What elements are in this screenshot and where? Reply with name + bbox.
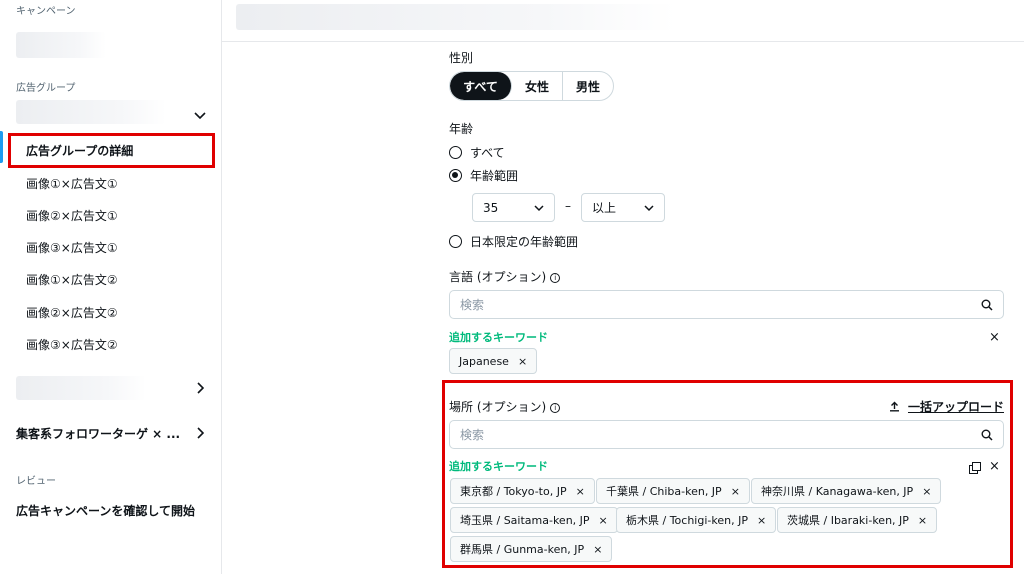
gender-option-all[interactable]: すべて	[450, 72, 512, 100]
sidebar: キャンペーン 広告グループ 広告グループの詳細 画像①×広告文① 画像②×広告文…	[0, 0, 222, 574]
age-radio-japan-label: 日本限定の年齢範囲	[470, 235, 579, 249]
adgroup-section-label: 広告グループ	[16, 83, 76, 94]
location-search-input[interactable]: 検索	[449, 420, 1004, 449]
age-radio-all[interactable]: すべて	[449, 144, 505, 161]
chip-label: 埼玉県 / Saitama-ken, JP	[460, 514, 590, 527]
chip-label: 千葉県 / Chiba-ken, JP	[606, 485, 722, 498]
top-bar-redacted	[236, 4, 676, 30]
close-icon[interactable]: ×	[576, 485, 585, 498]
chip-label: 神奈川県 / Kanagawa-ken, JP	[761, 485, 914, 498]
age-radio-range[interactable]: 年齢範囲	[449, 167, 518, 184]
chevron-right-icon[interactable]	[196, 382, 204, 394]
bulk-upload-button[interactable]: 一括アップロード	[889, 398, 1004, 415]
location-chip-tokyo: 東京都 / Tokyo-to, JP ×	[450, 478, 595, 504]
language-keyword-label: 追加するキーワード	[449, 331, 548, 344]
campaign-name-redacted[interactable]	[16, 32, 106, 58]
top-bar	[222, 0, 1024, 42]
language-chip: Japanese ×	[449, 348, 538, 374]
location-search-placeholder: 検索	[460, 428, 485, 442]
age-range-dash: –	[565, 199, 571, 213]
radio-button-selected[interactable]	[449, 169, 462, 182]
location-label-text: 場所 (オプション)	[449, 400, 547, 414]
chip-label: 茨城県 / Ibaraki-ken, JP	[787, 514, 909, 527]
age-min-value: 35	[483, 200, 499, 215]
chip-label: 東京都 / Tokyo-to, JP	[460, 485, 567, 498]
close-icon[interactable]: ×	[918, 514, 927, 527]
close-icon[interactable]: ×	[518, 355, 527, 368]
radio-button[interactable]	[449, 146, 462, 159]
sidebar-item-ad-1[interactable]: 画像①×広告文①	[26, 175, 118, 192]
sidebar-item-ad-2[interactable]: 画像②×広告文①	[26, 207, 118, 224]
location-label: 場所 (オプション) i	[449, 398, 561, 415]
close-icon[interactable]: ×	[989, 459, 1000, 474]
bulk-upload-label: 一括アップロード	[907, 400, 1004, 414]
sidebar-item-review[interactable]: 広告キャンペーンを確認して開始	[16, 502, 195, 519]
close-icon[interactable]: ×	[757, 514, 766, 527]
age-radio-range-label: 年齢範囲	[470, 169, 519, 183]
sidebar-item-other-group[interactable]: 集客系フォロワーターゲ × ...	[16, 425, 180, 442]
gender-option-male[interactable]: 男性	[563, 72, 613, 100]
sidebar-item-ad-6[interactable]: 画像③×広告文②	[26, 336, 118, 353]
copy-icon[interactable]	[969, 462, 981, 474]
gender-option-female[interactable]: 女性	[512, 72, 563, 100]
close-icon[interactable]: ×	[922, 485, 931, 498]
language-label: 言語 (オプション) i	[449, 268, 561, 285]
location-chip-saitama: 埼玉県 / Saitama-ken, JP ×	[450, 507, 618, 533]
sidebar-item-ad-5[interactable]: 画像②×広告文②	[26, 304, 118, 321]
adgroup-name-redacted[interactable]	[16, 100, 166, 124]
other-adgroup-redacted[interactable]	[16, 376, 146, 400]
close-icon[interactable]: ×	[731, 485, 740, 498]
info-icon[interactable]: i	[550, 273, 561, 283]
close-icon[interactable]: ×	[599, 514, 608, 527]
close-icon[interactable]: ×	[593, 543, 602, 556]
sidebar-item-ad-3[interactable]: 画像③×広告文①	[26, 239, 118, 256]
chip-label: Japanese	[459, 354, 509, 368]
sidebar-item-ad-4[interactable]: 画像①×広告文②	[26, 271, 118, 288]
sidebar-item-adgroup-detail[interactable]: 広告グループの詳細	[26, 142, 133, 159]
chevron-down-icon	[534, 204, 544, 211]
chip-label: 群馬県 / Gunma-ken, JP	[460, 543, 585, 556]
location-chip-kanagawa: 神奈川県 / Kanagawa-ken, JP ×	[751, 478, 942, 504]
language-label-text: 言語 (オプション)	[449, 270, 547, 284]
location-chip-chiba: 千葉県 / Chiba-ken, JP ×	[596, 478, 750, 504]
language-search-input[interactable]: 検索	[449, 290, 1004, 319]
location-chip-ibaraki: 茨城県 / Ibaraki-ken, JP ×	[777, 507, 938, 533]
info-icon[interactable]: i	[550, 403, 561, 413]
chip-label: 栃木県 / Tochigi-ken, JP	[626, 514, 748, 527]
age-min-select[interactable]: 35	[472, 193, 555, 222]
location-chip-gunma: 群馬県 / Gunma-ken, JP ×	[450, 536, 613, 562]
language-search-placeholder: 検索	[460, 298, 485, 312]
gender-label: 性別	[449, 51, 474, 65]
search-icon[interactable]	[981, 429, 993, 441]
location-chip-tochigi: 栃木県 / Tochigi-ken, JP ×	[616, 507, 777, 533]
age-radio-all-label: すべて	[470, 146, 505, 160]
close-icon[interactable]: ×	[989, 330, 1000, 345]
review-section-label: レビュー	[16, 476, 56, 487]
age-max-value: 以上	[592, 201, 617, 215]
gender-segmented-control: すべて 女性 男性	[449, 71, 614, 101]
chevron-down-icon	[644, 204, 654, 211]
radio-button[interactable]	[449, 235, 462, 248]
upload-icon	[889, 401, 899, 412]
age-max-select[interactable]: 以上	[581, 193, 665, 222]
age-radio-japan[interactable]: 日本限定の年齢範囲	[449, 233, 578, 250]
chevron-down-icon[interactable]	[194, 111, 206, 121]
active-indicator	[0, 131, 3, 163]
age-label: 年齢	[449, 122, 474, 136]
chevron-right-icon[interactable]	[196, 427, 204, 439]
location-keyword-label: 追加するキーワード	[449, 460, 548, 473]
search-icon[interactable]	[981, 299, 993, 311]
campaign-section-label: キャンペーン	[16, 6, 76, 17]
